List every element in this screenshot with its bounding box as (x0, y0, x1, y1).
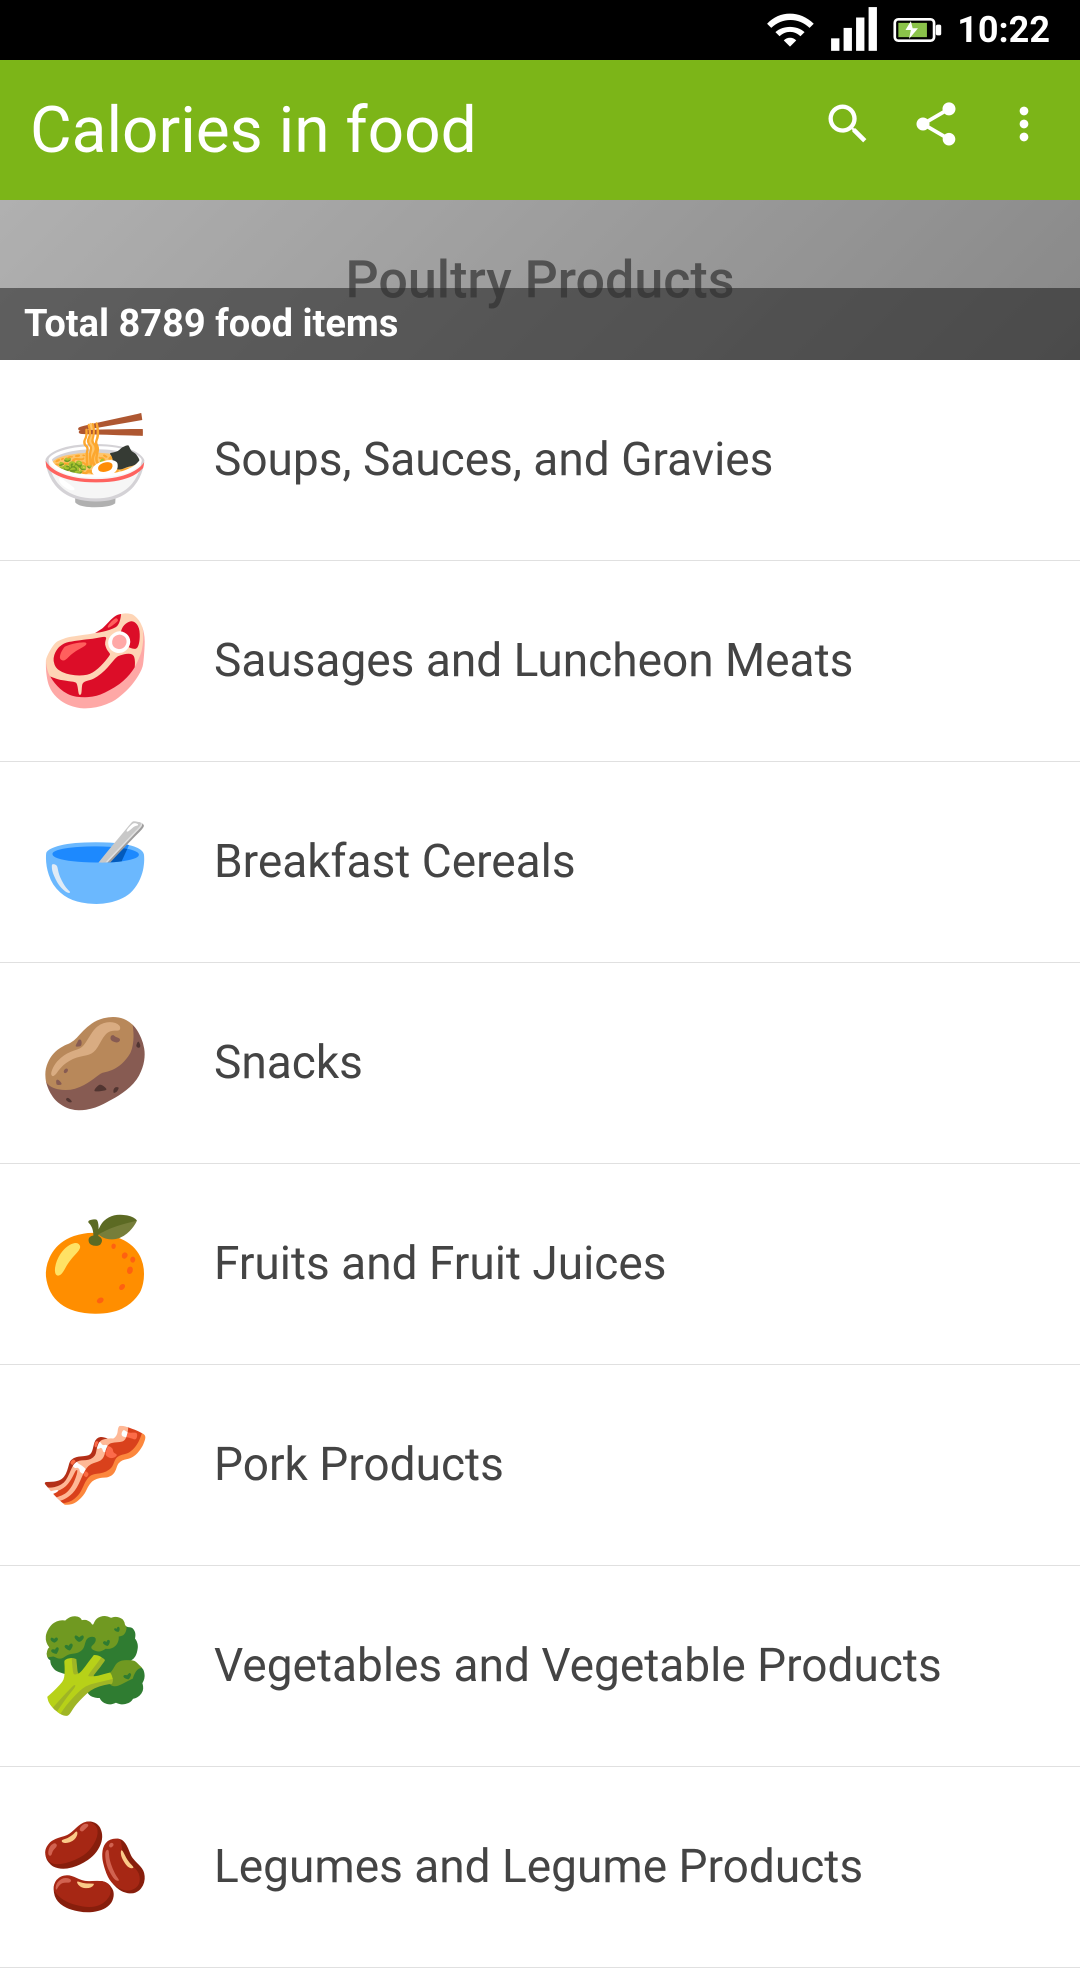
food-item-snacks[interactable]: 🥔 Snacks (0, 963, 1080, 1164)
food-image-pork: 🥓 (0, 1365, 190, 1565)
food-label-cereals: Breakfast Cereals (190, 835, 1080, 889)
food-image-sausages: 🥩 (0, 561, 190, 761)
food-emoji-vegetables: 🥦 (39, 1614, 151, 1719)
search-button[interactable] (822, 98, 874, 163)
food-item-pork[interactable]: 🥓 Pork Products (0, 1365, 1080, 1566)
hero-banner: Poultry Products Total 8789 food items (0, 200, 1080, 360)
food-item-sausages[interactable]: 🥩 Sausages and Luncheon Meats (0, 561, 1080, 762)
food-emoji-soups: 🍜 (39, 408, 151, 513)
hero-subtitle: Total 8789 food items (24, 302, 398, 346)
food-emoji-snacks: 🥔 (39, 1011, 151, 1116)
wifi-icon (765, 5, 815, 55)
food-item-legumes[interactable]: 🫘 Legumes and Legume Products (0, 1767, 1080, 1968)
food-label-sausages: Sausages and Luncheon Meats (190, 634, 1080, 688)
more-options-button[interactable] (998, 98, 1050, 163)
food-image-vegetables: 🥦 (0, 1566, 190, 1766)
food-emoji-sausages: 🥩 (39, 609, 151, 714)
food-image-soups: 🍜 (0, 360, 190, 560)
food-item-cereals[interactable]: 🥣 Breakfast Cereals (0, 762, 1080, 963)
status-time: 10:22 (957, 9, 1050, 51)
battery-icon (893, 5, 943, 55)
food-image-snacks: 🥔 (0, 963, 190, 1163)
share-button[interactable] (910, 98, 962, 163)
food-emoji-pork: 🥓 (39, 1413, 151, 1518)
app-title: Calories in food (30, 93, 802, 168)
food-label-fruits: Fruits and Fruit Juices (190, 1237, 1080, 1291)
signal-icon (829, 5, 879, 55)
food-emoji-fruits: 🍊 (39, 1212, 151, 1317)
food-item-soups[interactable]: 🍜 Soups, Sauces, and Gravies (0, 360, 1080, 561)
food-label-pork: Pork Products (190, 1438, 1080, 1492)
hero-bg-text: Poultry Products (346, 250, 735, 311)
app-bar-actions (822, 98, 1050, 163)
food-item-vegetables[interactable]: 🥦 Vegetables and Vegetable Products (0, 1566, 1080, 1767)
food-label-legumes: Legumes and Legume Products (190, 1840, 1080, 1894)
status-icons: 10:22 (765, 5, 1050, 55)
food-item-fruits[interactable]: 🍊 Fruits and Fruit Juices (0, 1164, 1080, 1365)
status-bar: 10:22 (0, 0, 1080, 60)
food-emoji-legumes: 🫘 (39, 1815, 151, 1920)
food-label-soups: Soups, Sauces, and Gravies (190, 433, 1080, 487)
food-image-fruits: 🍊 (0, 1164, 190, 1364)
food-emoji-cereals: 🥣 (39, 810, 151, 915)
food-label-snacks: Snacks (190, 1036, 1080, 1090)
food-image-cereals: 🥣 (0, 762, 190, 962)
food-label-vegetables: Vegetables and Vegetable Products (190, 1639, 1080, 1693)
food-image-legumes: 🫘 (0, 1767, 190, 1967)
app-bar: Calories in food (0, 60, 1080, 200)
food-list: 🍜 Soups, Sauces, and Gravies 🥩 Sausages and… (0, 360, 1080, 1968)
